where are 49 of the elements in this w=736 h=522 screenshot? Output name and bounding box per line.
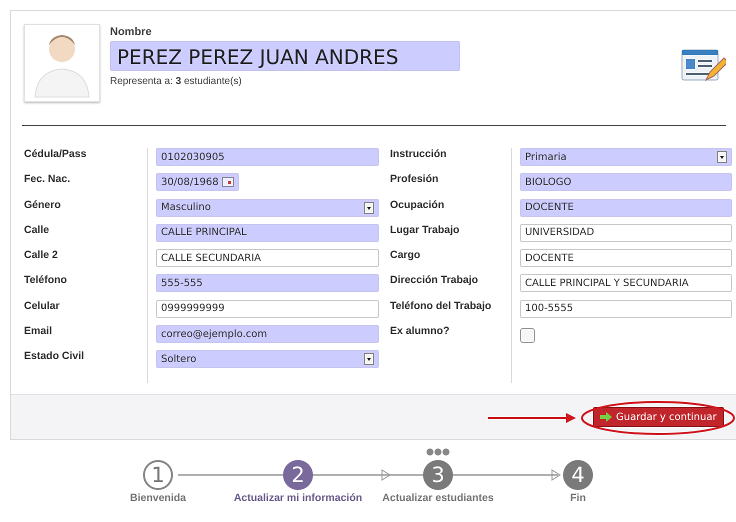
arrow-icon: [600, 412, 612, 422]
step-label: Bienvenida: [130, 492, 186, 504]
select-field[interactable]: Soltero: [156, 350, 379, 368]
represents-text: Representa a: 3 estudiante(s): [110, 76, 243, 87]
step-label: Fin: [570, 492, 586, 504]
step-label: Actualizar mi información: [234, 492, 362, 504]
text-field[interactable]: 0999999999: [156, 300, 379, 318]
text-field[interactable]: CALLE PRINCIPAL: [156, 224, 379, 242]
checkbox[interactable]: [520, 328, 535, 344]
field-label: Lugar Trabajo: [390, 224, 460, 238]
field-label: Calle: [24, 224, 50, 238]
date-field[interactable]: 30/08/1968: [156, 173, 239, 192]
text-field[interactable]: UNIVERSIDAD: [520, 224, 732, 242]
field-label: Nombre: [110, 26, 153, 38]
text-field[interactable]: 0102030905: [156, 148, 379, 166]
step-number: 4: [563, 460, 593, 490]
calendar-icon[interactable]: [222, 177, 234, 188]
field-label: Ocupación: [390, 198, 446, 213]
select-field[interactable]: Primaria: [520, 148, 732, 166]
field-label: Género: [24, 198, 62, 213]
field-label: Instrucción: [390, 148, 448, 162]
select-field[interactable]: Masculino: [156, 198, 379, 217]
text-field[interactable]: BIOLOGO: [520, 173, 732, 192]
step-number: 1: [143, 460, 173, 490]
field-label: Dirección Trabajo: [390, 274, 480, 288]
step-label: Actualizar estudiantes: [382, 492, 494, 504]
field-label: Fec. Nac.: [24, 173, 72, 188]
field-label: Cargo: [390, 249, 422, 264]
text-field[interactable]: 555-555: [156, 274, 379, 292]
field-label: Calle 2: [24, 249, 59, 264]
field-label: Teléfono del Trabajo: [390, 300, 492, 314]
text-field[interactable]: 100-5555: [520, 300, 732, 318]
avatar-icon: [24, 24, 100, 102]
text-field[interactable]: DOCENTE: [520, 249, 732, 268]
text-field[interactable]: CALLE PRINCIPAL Y SECUNDARIA: [520, 274, 732, 292]
field-label: Email: [24, 325, 54, 340]
name-field[interactable]: PEREZ PEREZ JUAN ANDRES: [110, 41, 460, 71]
field-label: Profesión: [390, 173, 440, 188]
field-label: Celular: [24, 300, 61, 314]
field-label: Ex alumno?: [390, 325, 450, 340]
field-label: Teléfono: [24, 274, 68, 288]
field-label: Estado Civil: [24, 350, 86, 364]
text-field[interactable]: CALLE SECUNDARIA: [156, 249, 379, 268]
field-label: Cédula/Pass: [24, 148, 88, 162]
text-field[interactable]: correo@ejemplo.com: [156, 325, 379, 344]
step-number: 3: [423, 460, 453, 490]
step-number: 2: [283, 460, 313, 490]
save-continue-button[interactable]: Guardar y continuar: [593, 407, 724, 427]
text-field[interactable]: DOCENTE: [520, 198, 732, 217]
